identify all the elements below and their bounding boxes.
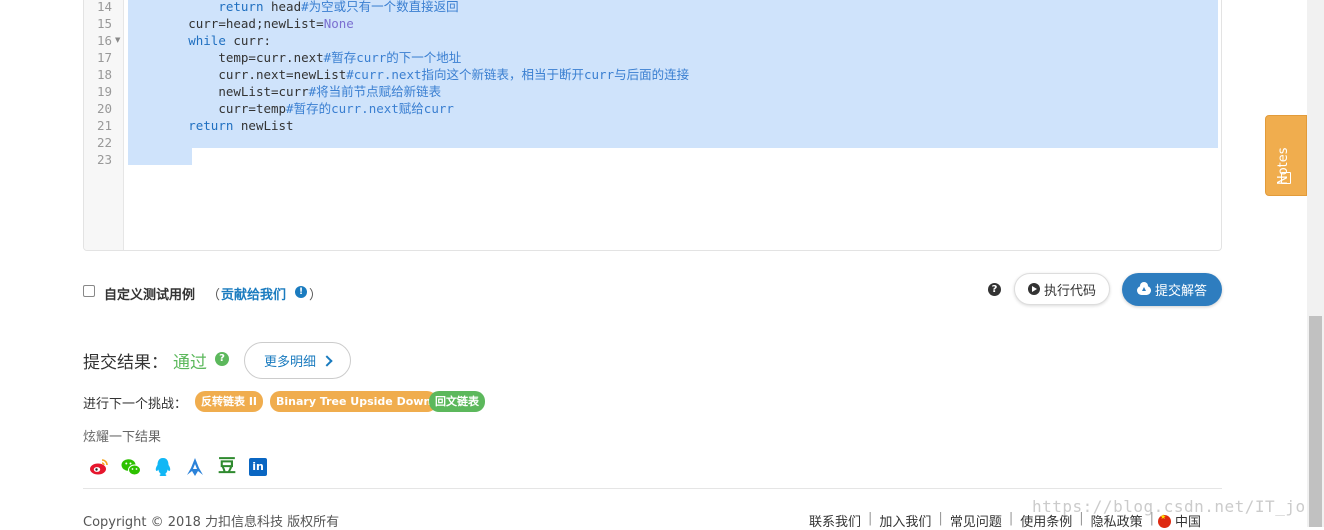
code-line[interactable]: while curr: <box>128 32 271 49</box>
submit-button[interactable]: 提交解答 <box>1122 273 1222 306</box>
more-details-button[interactable]: 更多明细 <box>244 342 351 379</box>
code-comment: #为空或只有一个数直接返回 <box>301 0 459 14</box>
line-number: 18 <box>96 67 112 82</box>
cloud-upload-icon <box>1136 282 1151 295</box>
more-details-label: 更多明细 <box>263 355 316 370</box>
exclamation-circle-icon[interactable]: ! <box>295 286 307 298</box>
code-editor[interactable]: 14 15 16 ▼ 17 18 19 20 21 22 23 return h… <box>83 0 1222 251</box>
line-number: 23 <box>96 152 112 167</box>
code-line[interactable]: return head#为空或只有一个数直接返回 <box>128 0 459 15</box>
line-number: 22 <box>96 135 112 150</box>
challenge-tag[interactable]: 反转链表 II <box>195 391 264 412</box>
qq-icon[interactable] <box>152 456 174 478</box>
line-number: 21 <box>96 118 112 133</box>
fold-arrow-icon[interactable]: ▼ <box>115 32 120 49</box>
code-comment: #curr.next指向这个新链表，相当于断开curr与后面的连接 <box>346 67 690 82</box>
chevron-right-icon <box>321 354 333 367</box>
china-flag-icon <box>1158 513 1172 528</box>
line-number: 17 <box>96 50 112 65</box>
custom-test-checkbox[interactable] <box>83 285 95 297</box>
linkedin-icon[interactable]: in <box>249 458 267 476</box>
share-label: 炫耀一下结果 <box>83 430 162 445</box>
question-circle-icon[interactable]: ? <box>988 283 1001 296</box>
editor-gutter: 14 15 16 ▼ 17 18 19 20 21 22 23 <box>84 0 124 250</box>
code-line[interactable]: return newList <box>128 117 293 134</box>
code-comment: #暂存的curr.next赋给curr <box>286 101 454 116</box>
paren-close: ） <box>309 288 323 303</box>
line-number: 14 <box>96 0 112 14</box>
douban-icon[interactable]: 豆 <box>216 456 238 478</box>
code-keyword: return <box>188 118 234 133</box>
code-keyword: return <box>218 0 264 14</box>
footer-link-faq[interactable]: 常见问题 <box>950 511 1002 530</box>
wechat-icon[interactable] <box>120 456 142 478</box>
scrollbar-thumb[interactable] <box>1309 316 1322 527</box>
custom-test-label: 自定义测试用例 <box>104 288 196 303</box>
code-line[interactable]: temp=curr.next#暂存curr的下一个地址 <box>128 49 461 66</box>
code-keyword: while <box>188 33 226 48</box>
result-status: 通过 <box>173 353 207 373</box>
play-circle-icon <box>1027 283 1040 295</box>
line-number: 20 <box>96 101 112 116</box>
text-selection <box>128 148 192 165</box>
run-code-button[interactable]: 执行代码 <box>1014 273 1110 305</box>
footer-link-join[interactable]: 加入我们 <box>879 511 931 530</box>
question-circle-icon[interactable]: ? <box>215 352 229 366</box>
code-comment: #将当前节点赋给新链表 <box>308 84 442 99</box>
line-number: 16 <box>96 33 112 48</box>
code-line[interactable]: curr=head;newList=None <box>128 15 354 32</box>
document-icon <box>1281 172 1291 184</box>
footer-link-contact[interactable]: 联系我们 <box>809 511 861 530</box>
contribute-link[interactable]: 贡献给我们 <box>221 284 286 303</box>
line-number: 19 <box>96 84 112 99</box>
run-code-label: 执行代码 <box>1043 283 1096 299</box>
weibo-icon[interactable] <box>88 456 110 478</box>
submit-label: 提交解答 <box>1154 284 1207 299</box>
footer-divider <box>83 488 1222 489</box>
code-comment: #暂存curr的下一个地址 <box>323 50 462 65</box>
code-constant: None <box>323 16 354 31</box>
code-line[interactable]: curr.next=newList#curr.next指向这个新链表，相当于断开… <box>128 66 689 83</box>
copyright-text: Copyright © 2018 力扣信息科技 版权所有 <box>83 515 340 530</box>
challenge-tag[interactable]: 回文链表 <box>429 391 485 412</box>
line-number: 15 <box>96 16 112 31</box>
next-challenge-label: 进行下一个挑战： <box>83 397 188 412</box>
paren-open: （ <box>207 288 221 303</box>
code-line[interactable]: curr=temp#暂存的curr.next赋给curr <box>128 100 454 117</box>
code-line[interactable]: newList=curr#将当前节点赋给新链表 <box>128 83 441 100</box>
result-label: 提交结果： <box>83 353 168 373</box>
challenge-tag[interactable]: Binary Tree Upside Down <box>270 391 438 412</box>
qzone-icon[interactable] <box>184 456 206 478</box>
watermark: https://blog.csdn.net/IT_job <box>1032 497 1316 516</box>
